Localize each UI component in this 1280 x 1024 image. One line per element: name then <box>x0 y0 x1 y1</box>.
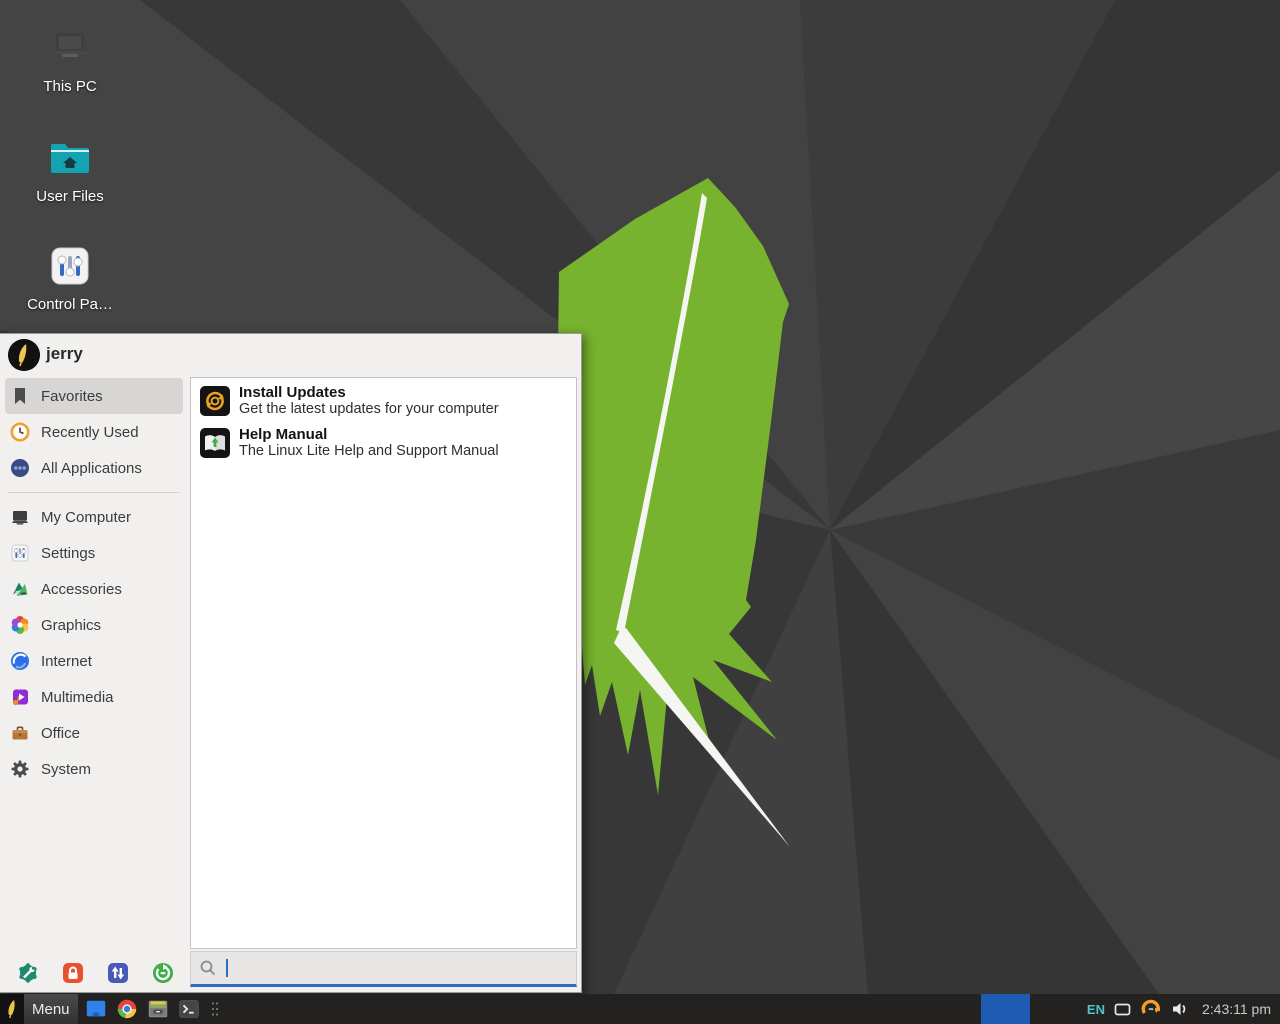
internet-icon <box>10 651 30 671</box>
user-files-icon <box>46 134 94 182</box>
file-cabinet-icon <box>146 997 170 1021</box>
app-item-title: Install Updates <box>239 384 499 401</box>
app-item-subtitle: Get the latest updates for your computer <box>239 401 499 418</box>
switch-user-icon[interactable] <box>107 962 129 984</box>
menu-sidebar: Favorites Recently Used <box>0 376 188 992</box>
category-all-applications[interactable]: All Applications <box>5 450 183 486</box>
search-box[interactable] <box>190 951 577 987</box>
control-panel-icon <box>46 242 94 290</box>
category-office[interactable]: Office <box>5 715 183 751</box>
desktop: This PC User Files Control Pa… <box>0 0 1280 1024</box>
system-tray: EN 2:43:11 pm <box>1087 998 1280 1020</box>
category-label: Accessories <box>41 581 122 598</box>
file-manager-icon <box>84 997 108 1021</box>
update-notifier-icon[interactable] <box>1140 998 1162 1020</box>
app-item-title: Help Manual <box>239 426 499 443</box>
volume-icon[interactable] <box>1171 1001 1189 1017</box>
category-graphics[interactable]: Graphics <box>5 607 183 643</box>
system-gear-icon <box>10 759 30 779</box>
taskbar: Menu <box>0 994 1280 1024</box>
category-label: Favorites <box>41 388 103 405</box>
category-my-computer[interactable]: My Computer <box>5 499 183 535</box>
desktop-icon-label: User Files <box>20 188 120 205</box>
desktop-icon-user-files[interactable]: User Files <box>20 134 120 205</box>
category-internet[interactable]: Internet <box>5 643 183 679</box>
computer-icon <box>10 507 30 527</box>
menu-actions <box>0 953 188 993</box>
category-label: All Applications <box>41 460 142 477</box>
category-label: Internet <box>41 653 92 670</box>
avatar-feather-icon <box>8 339 40 371</box>
help-manual-icon <box>199 427 231 459</box>
search-icon <box>199 959 217 977</box>
menu-button-label: Menu <box>24 994 78 1024</box>
settings-manager-icon[interactable] <box>17 962 39 984</box>
display-icon[interactable] <box>1114 1002 1131 1017</box>
category-favorites[interactable]: Favorites <box>5 378 183 414</box>
username: jerry <box>46 344 83 364</box>
accessories-icon <box>10 579 30 599</box>
taskbar-terminal[interactable] <box>176 996 202 1022</box>
category-label: Graphics <box>41 617 101 634</box>
app-item-help-manual[interactable]: Help Manual The Linux Lite Help and Supp… <box>193 422 574 464</box>
taskbar-file-manager[interactable] <box>83 996 109 1022</box>
keyboard-layout-indicator[interactable]: EN <box>1087 1002 1105 1017</box>
taskbar-chrome[interactable] <box>114 996 140 1022</box>
desktop-icon-control-panel[interactable]: Control Pa… <box>20 242 120 313</box>
category-recently-used[interactable]: Recently Used <box>5 414 183 450</box>
clock-icon <box>10 422 30 442</box>
desktop-icon-this-pc[interactable]: This PC <box>20 24 120 95</box>
chrome-icon <box>115 997 139 1021</box>
taskbar-file-cabinet[interactable] <box>145 996 171 1022</box>
menu-header: jerry <box>0 334 581 376</box>
install-updates-icon <box>199 385 231 417</box>
category-multimedia[interactable]: Multimedia <box>5 679 183 715</box>
user-avatar[interactable] <box>8 339 40 371</box>
sidebar-separator <box>8 492 180 493</box>
category-label: Recently Used <box>41 424 139 441</box>
logout-icon[interactable] <box>152 962 174 984</box>
menu-button[interactable]: Menu <box>0 994 78 1024</box>
whisker-menu: jerry Favorites Recently Used <box>0 333 582 993</box>
clock[interactable]: 2:43:11 pm <box>1202 1001 1271 1017</box>
category-label: Settings <box>41 545 95 562</box>
category-settings[interactable]: Settings <box>5 535 183 571</box>
panel-grip-handle[interactable] <box>210 1000 220 1018</box>
this-pc-icon <box>46 24 94 72</box>
category-system[interactable]: System <box>5 751 183 787</box>
app-item-subtitle: The Linux Lite Help and Support Manual <box>239 443 499 460</box>
category-label: System <box>41 761 91 778</box>
lock-screen-icon[interactable] <box>62 962 84 984</box>
app-item-install-updates[interactable]: Install Updates Get the latest updates f… <box>193 380 574 422</box>
menu-app-list: Install Updates Get the latest updates f… <box>190 377 577 949</box>
category-label: Office <box>41 725 80 742</box>
all-apps-icon <box>10 458 30 478</box>
bookmark-icon <box>10 386 30 406</box>
terminal-icon <box>177 997 201 1021</box>
office-briefcase-icon <box>10 723 30 743</box>
category-accessories[interactable]: Accessories <box>5 571 183 607</box>
menu-feather-icon <box>0 994 24 1024</box>
workspace-switcher[interactable] <box>981 994 1030 1024</box>
category-label: My Computer <box>41 509 131 526</box>
graphics-icon <box>10 615 30 635</box>
desktop-icon-label: This PC <box>20 78 120 95</box>
category-label: Multimedia <box>41 689 114 706</box>
search-input[interactable] <box>228 960 568 977</box>
multimedia-icon <box>10 687 30 707</box>
desktop-icon-label: Control Pa… <box>20 296 120 313</box>
settings-sliders-icon <box>10 543 30 563</box>
